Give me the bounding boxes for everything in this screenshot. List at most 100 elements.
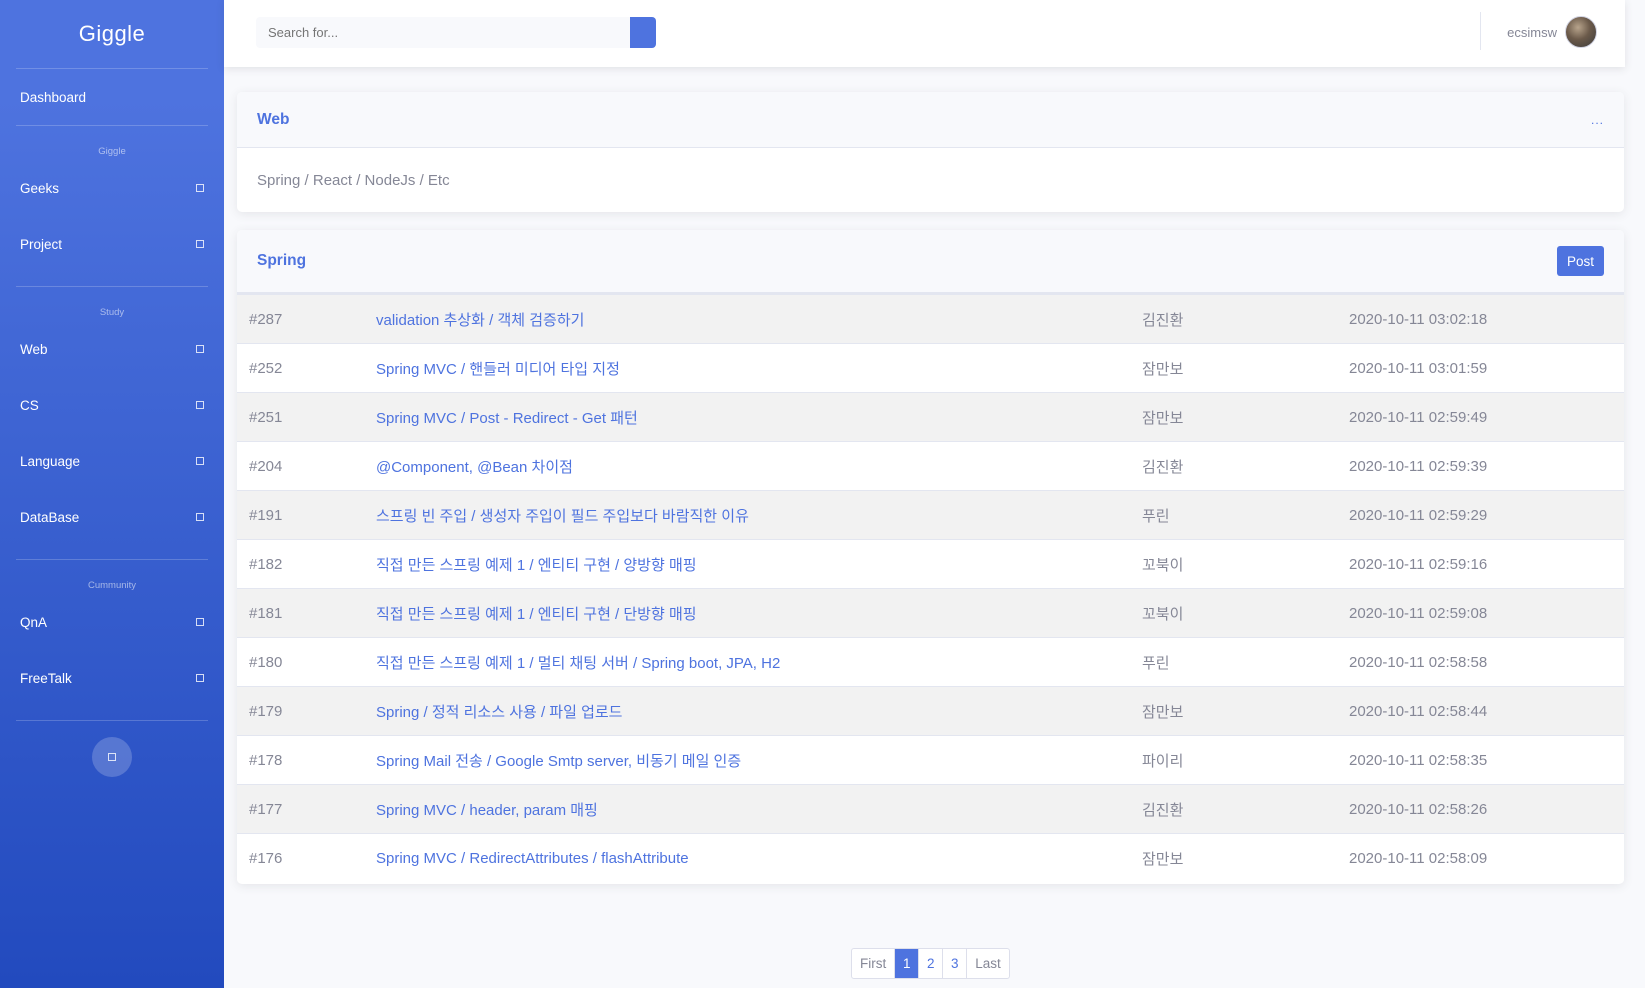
post-number: #181 bbox=[249, 604, 283, 622]
page-2[interactable]: 2 bbox=[918, 949, 942, 978]
post-number: #179 bbox=[249, 702, 283, 720]
post-number-cell: #176 bbox=[237, 834, 376, 883]
table-row[interactable]: #182 직접 만든 스프링 예제 1 / 엔티티 구현 / 양방향 매핑 꼬북이 2… bbox=[237, 539, 1624, 589]
post-date: 2020-10-11 02:58:35 bbox=[1349, 751, 1488, 769]
page-last[interactable]: Last bbox=[966, 949, 1009, 978]
table-row[interactable]: #251 Spring MVC / Post - Redirect - Get 패… bbox=[237, 392, 1624, 442]
post-date-cell: 2020-10-11 03:01:59 bbox=[1349, 344, 1624, 393]
post-date: 2020-10-11 02:59:39 bbox=[1349, 457, 1488, 475]
post-author-cell: 푸린 bbox=[1142, 638, 1349, 687]
post-author: 잠만보 bbox=[1142, 703, 1184, 721]
post-number-cell: #181 bbox=[237, 589, 376, 638]
post-title-cell: 스프링 빈 주입 / 생성자 주입이 필드 주입보다 바람직한 이유 bbox=[376, 491, 1142, 540]
post-title[interactable]: Spring MVC / Post - Redirect - Get 패턴 bbox=[376, 410, 638, 427]
sidebar-item-label: Language bbox=[20, 453, 81, 469]
sidebar-item-project[interactable]: Project bbox=[0, 216, 224, 272]
sidebar-item-label: DataBase bbox=[20, 509, 80, 525]
post-title-cell: 직접 만든 스프링 예제 1 / 엔티티 구현 / 양방향 매핑 bbox=[376, 540, 1142, 589]
post-number-cell: #191 bbox=[237, 491, 376, 540]
post-author-cell: 푸린 bbox=[1142, 491, 1349, 540]
table-row[interactable]: #287 validation 추상화 / 객체 검증하기 김진환 2020-10-1… bbox=[237, 294, 1624, 344]
table-row[interactable]: #178 Spring Mail 전송 / Google Smtp server,… bbox=[237, 735, 1624, 785]
card-header: Web ... bbox=[237, 92, 1624, 148]
post-title[interactable]: 직접 만든 스프링 예제 1 / 엔티티 구현 / 단방향 매핑 bbox=[376, 606, 697, 623]
post-date: 2020-10-11 02:58:58 bbox=[1349, 653, 1488, 671]
table-row[interactable]: #191 스프링 빈 주입 / 생성자 주입이 필드 주입보다 바람직한 이유 푸린… bbox=[237, 490, 1624, 540]
sidebar-heading-community: Cummunity bbox=[87, 580, 137, 591]
board-card: Spring Post #287 validation 추상화 / 객체 검증하기… bbox=[237, 230, 1624, 884]
sidebar-toggle-button[interactable] bbox=[92, 737, 132, 777]
avatar bbox=[1565, 16, 1597, 48]
sidebar-divider bbox=[16, 720, 208, 721]
sidebar-item-label: CS bbox=[20, 397, 39, 413]
post-author: 김진환 bbox=[1142, 311, 1184, 329]
sidebar-item-freetalk[interactable]: FreeTalk bbox=[0, 650, 224, 706]
post-number-cell: #177 bbox=[237, 785, 376, 834]
post-author: 김진환 bbox=[1142, 458, 1184, 476]
post-title[interactable]: Spring Mail 전송 / Google Smtp server, 비동기… bbox=[376, 753, 741, 770]
post-title[interactable]: Spring MVC / header, param 매핑 bbox=[376, 802, 598, 819]
post-title[interactable]: Spring MVC / 핸들러 미디어 타입 지정 bbox=[376, 361, 620, 378]
post-number-cell: #287 bbox=[237, 295, 376, 344]
table-row[interactable]: #252 Spring MVC / 핸들러 미디어 타입 지정 잠만보 2020-10… bbox=[237, 343, 1624, 393]
sidebar: Giggle Dashboard Giggle Geeks Project St… bbox=[0, 0, 224, 988]
post-date: 2020-10-11 02:59:49 bbox=[1349, 408, 1488, 426]
post-date: 2020-10-11 02:59:29 bbox=[1349, 506, 1488, 524]
post-title[interactable]: @Component, @Bean 차이점 bbox=[376, 459, 573, 476]
table-row[interactable]: #204 @Component, @Bean 차이점 김진환 2020-10-11 0… bbox=[237, 441, 1624, 491]
page-first[interactable]: First bbox=[852, 949, 894, 978]
search-button[interactable] bbox=[630, 17, 656, 48]
page-3[interactable]: 3 bbox=[942, 949, 966, 978]
expand-icon bbox=[196, 240, 204, 248]
sidebar-item-dashboard[interactable]: Dashboard bbox=[0, 69, 224, 125]
sidebar-item-web[interactable]: Web bbox=[0, 321, 224, 377]
post-author: 꼬북이 bbox=[1142, 556, 1184, 574]
post-button[interactable]: Post bbox=[1556, 246, 1604, 276]
post-title[interactable]: 직접 만든 스프링 예제 1 / 엔티티 구현 / 양방향 매핑 bbox=[376, 557, 697, 574]
user-menu[interactable]: ecsimsw bbox=[1507, 16, 1597, 48]
post-author: 푸린 bbox=[1142, 507, 1170, 525]
search-input[interactable] bbox=[256, 17, 630, 48]
post-table: #287 validation 추상화 / 객체 검증하기 김진환 2020-10-1… bbox=[237, 294, 1624, 883]
category-card: Web ... Spring / React / NodeJs / Etc bbox=[237, 92, 1624, 212]
post-title[interactable]: 스프링 빈 주입 / 생성자 주입이 필드 주입보다 바람직한 이유 bbox=[376, 508, 749, 525]
post-date: 2020-10-11 02:58:26 bbox=[1349, 800, 1488, 818]
sidebar-item-geeks[interactable]: Geeks bbox=[0, 160, 224, 216]
table-row[interactable]: #181 직접 만든 스프링 예제 1 / 엔티티 구현 / 단방향 매핑 꼬북이 2… bbox=[237, 588, 1624, 638]
post-date-cell: 2020-10-11 03:02:18 bbox=[1349, 295, 1624, 344]
table-row[interactable]: #176 Spring MVC / RedirectAttributes / fl… bbox=[237, 833, 1624, 883]
expand-icon bbox=[196, 184, 204, 192]
post-title[interactable]: Spring / 정적 리소스 사용 / 파일 업로드 bbox=[376, 704, 622, 721]
post-title[interactable]: 직접 만든 스프링 예제 1 / 멀티 채팅 서버 / Spring boot,… bbox=[376, 655, 780, 672]
sidebar-item-qna[interactable]: QnA bbox=[0, 594, 224, 650]
post-title-cell: Spring MVC / header, param 매핑 bbox=[376, 785, 1142, 834]
brand-logo[interactable]: Giggle bbox=[0, 0, 224, 68]
category-description: Spring / React / NodeJs / Etc bbox=[257, 172, 450, 189]
post-author-cell: 잠만보 bbox=[1142, 344, 1349, 393]
post-date-cell: 2020-10-11 02:59:49 bbox=[1349, 393, 1624, 442]
post-title[interactable]: Spring MVC / RedirectAttributes / flashA… bbox=[376, 850, 689, 867]
table-row[interactable]: #177 Spring MVC / header, param 매핑 김진환 2020… bbox=[237, 784, 1624, 834]
post-number: #287 bbox=[249, 310, 283, 328]
sidebar-item-label: FreeTalk bbox=[20, 670, 72, 686]
sidebar-heading-giggle: Giggle bbox=[98, 146, 126, 157]
sidebar-item-language[interactable]: Language bbox=[0, 433, 224, 489]
post-number-cell: #179 bbox=[237, 687, 376, 736]
sidebar-item-label: Geeks bbox=[20, 180, 60, 196]
sidebar-item-database[interactable]: DataBase bbox=[0, 489, 224, 545]
page-1[interactable]: 1 bbox=[894, 949, 919, 978]
post-date: 2020-10-11 02:59:16 bbox=[1349, 555, 1488, 573]
post-title[interactable]: validation 추상화 / 객체 검증하기 bbox=[376, 312, 584, 329]
expand-icon bbox=[196, 345, 204, 353]
post-number: #182 bbox=[249, 555, 283, 573]
post-author-cell: 파이리 bbox=[1142, 736, 1349, 785]
more-menu-button[interactable]: ... bbox=[1591, 113, 1604, 127]
post-date-cell: 2020-10-11 02:59:39 bbox=[1349, 442, 1624, 491]
post-author-cell: 김진환 bbox=[1142, 295, 1349, 344]
post-author-cell: 김진환 bbox=[1142, 442, 1349, 491]
board-title: Spring bbox=[257, 252, 307, 269]
table-row[interactable]: #180 직접 만든 스프링 예제 1 / 멀티 채팅 서버 / Spring b… bbox=[237, 637, 1624, 687]
expand-icon bbox=[196, 674, 204, 682]
sidebar-item-cs[interactable]: CS bbox=[0, 377, 224, 433]
table-row[interactable]: #179 Spring / 정적 리소스 사용 / 파일 업로드 잠만보 2020-1… bbox=[237, 686, 1624, 736]
